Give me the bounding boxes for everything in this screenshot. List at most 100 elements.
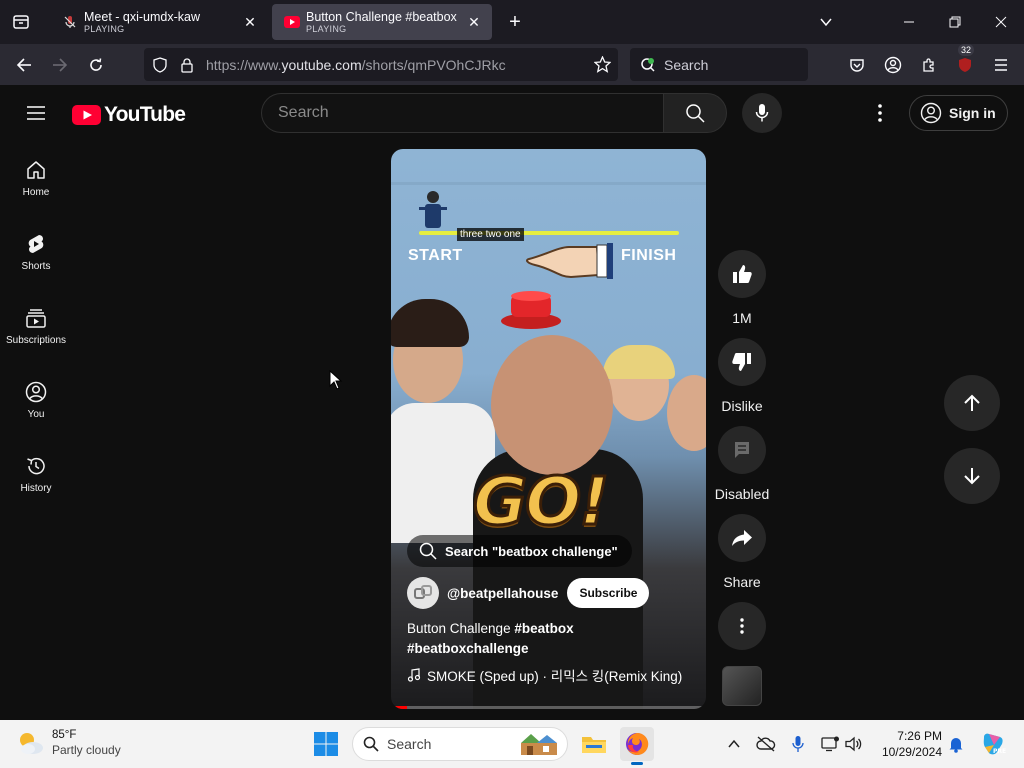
music-row[interactable]: SMOKE (Sped up) · 리믹스 킹(Remix King) xyxy=(407,665,682,685)
video-caption-overlay: three two one xyxy=(457,228,524,241)
tab-youtube-short[interactable]: Button Challenge #beatbox #be PLAYING ✕ xyxy=(272,4,492,40)
sidebar-item-you[interactable]: You xyxy=(0,363,72,437)
video-person-left-hair xyxy=(391,299,469,347)
history-icon xyxy=(27,457,45,475)
video-start-label: START xyxy=(408,247,463,264)
onedrive-tray-icon[interactable] xyxy=(756,734,776,754)
reload-icon xyxy=(90,58,102,71)
file-explorer-app[interactable] xyxy=(577,727,611,761)
ublock-extension-button[interactable]: 32 xyxy=(950,44,980,80)
like-button[interactable] xyxy=(718,250,766,298)
hashtag-link[interactable]: #beatbox xyxy=(514,621,573,636)
next-short-button[interactable] xyxy=(944,448,1000,504)
account-button[interactable] xyxy=(878,50,908,80)
sign-in-button[interactable]: Sign in xyxy=(909,95,1008,131)
user-circle-icon xyxy=(920,102,942,124)
windows-start-icon[interactable] xyxy=(312,730,340,758)
video-scene-figure xyxy=(419,191,447,228)
copilot-button[interactable]: PRE xyxy=(980,731,1006,757)
clock-time: 7:26 PM xyxy=(897,729,942,743)
subscribe-button[interactable]: Subscribe xyxy=(567,578,650,608)
account-icon xyxy=(884,56,902,74)
clock-date: 10/29/2024 xyxy=(881,745,942,759)
share-button[interactable] xyxy=(718,514,766,562)
comments-button[interactable] xyxy=(718,426,766,474)
close-icon xyxy=(995,16,1007,28)
voice-search-button[interactable] xyxy=(742,93,782,133)
taskbar-search[interactable]: Search xyxy=(352,727,568,761)
sidebar-item-shorts[interactable]: Shorts xyxy=(0,215,72,289)
list-all-tabs-button[interactable] xyxy=(803,0,849,44)
sidebar-item-home[interactable]: Home xyxy=(0,141,72,215)
mouse-cursor-icon xyxy=(329,370,343,390)
sidebar-item-history[interactable]: History xyxy=(0,437,72,511)
pointing-hand-graphic xyxy=(526,243,613,279)
youtube-logo[interactable]: YouTube xyxy=(72,103,186,127)
youtube-search-input[interactable] xyxy=(278,104,663,122)
home-icon xyxy=(27,161,45,179)
arrow-left-icon xyxy=(16,58,31,72)
short-video-player[interactable]: three two one START FINISH GO! Search "b… xyxy=(391,149,706,709)
video-progress-fill xyxy=(391,706,407,709)
close-tab-icon[interactable]: ✕ xyxy=(466,14,482,30)
dislike-button[interactable] xyxy=(718,338,766,386)
show-hidden-icons-button[interactable] xyxy=(724,734,744,754)
browser-search-bar[interactable]: Search xyxy=(630,48,808,81)
like-action: 1M xyxy=(718,250,766,326)
video-main-person-face xyxy=(491,335,613,475)
sound-thumbnail[interactable] xyxy=(722,666,762,706)
volume-tray-icon[interactable] xyxy=(844,734,864,754)
screen: Meet - qxi-umdx-kaw PLAYING ✕ Button Cha… xyxy=(0,0,1024,768)
music-note-icon xyxy=(407,668,421,682)
video-finish-label: FINISH xyxy=(621,247,677,264)
weather-widget[interactable]: 85°F Partly cloudy xyxy=(16,728,121,758)
tab-list-button[interactable] xyxy=(0,0,42,44)
related-search-chip[interactable]: Search "beatbox challenge" xyxy=(407,535,632,567)
sidebar-item-subscriptions[interactable]: Subscriptions xyxy=(0,289,72,363)
address-bar[interactable]: https://www.youtube.com/shorts/qmPVOhCJR… xyxy=(144,48,618,81)
weather-temperature: 85°F xyxy=(52,729,77,741)
back-button[interactable] xyxy=(9,50,39,80)
restore-button[interactable] xyxy=(932,0,978,44)
guide-menu-button[interactable] xyxy=(20,97,52,129)
bookmark-star-icon[interactable] xyxy=(594,56,611,73)
settings-more-button[interactable] xyxy=(868,101,892,125)
close-tab-icon[interactable]: ✕ xyxy=(242,14,258,30)
new-tab-button[interactable]: + xyxy=(503,10,527,34)
pocket-button[interactable] xyxy=(842,50,872,80)
windows-taskbar: 85°F Partly cloudy Search 7:26 PM 10/29/… xyxy=(0,720,1024,768)
channel-logo-icon xyxy=(414,585,432,599)
url-path: /shorts/qmPVOhCJRkc xyxy=(361,56,506,73)
like-count: 1M xyxy=(732,310,752,326)
sidebar-item-label: Home xyxy=(22,187,50,198)
extensions-button[interactable] xyxy=(914,50,944,80)
dislike-label: Dislike xyxy=(721,398,763,414)
network-tray-icon[interactable] xyxy=(820,734,840,754)
video-person-far-right xyxy=(667,375,706,451)
more-options-button[interactable] xyxy=(718,602,766,650)
notifications-button[interactable] xyxy=(946,734,966,754)
previous-short-button[interactable] xyxy=(944,375,1000,431)
youtube-search-box[interactable] xyxy=(261,93,663,133)
menu-icon xyxy=(995,59,1007,71)
minimize-button[interactable] xyxy=(886,0,932,44)
reload-button[interactable] xyxy=(81,50,111,80)
channel-name[interactable]: @beatpellahouse xyxy=(447,586,558,601)
folder-icon xyxy=(582,737,606,753)
channel-avatar[interactable] xyxy=(407,577,439,609)
short-description: Button Challenge #beatbox #beatboxchallen… xyxy=(407,619,627,659)
close-window-button[interactable] xyxy=(978,0,1024,44)
youtube-search-button[interactable] xyxy=(663,93,727,133)
tab-meet[interactable]: Meet - qxi-umdx-kaw PLAYING ✕ xyxy=(50,4,268,40)
firefox-app[interactable] xyxy=(620,727,654,765)
hashtag-link[interactable]: #beatboxchallenge xyxy=(407,641,529,656)
app-menu-button[interactable] xyxy=(986,50,1016,80)
url-prefix: https://www. xyxy=(206,56,282,73)
forward-button[interactable] xyxy=(45,50,75,80)
youtube-header: YouTube Sign in xyxy=(0,85,1024,141)
video-progress-bar[interactable] xyxy=(391,706,706,709)
weather-condition: Partly cloudy xyxy=(52,743,121,757)
system-clock[interactable]: 7:26 PM 10/29/2024 xyxy=(876,728,942,760)
microphone-tray-icon[interactable] xyxy=(788,734,808,754)
network-monitor-icon xyxy=(821,736,839,752)
